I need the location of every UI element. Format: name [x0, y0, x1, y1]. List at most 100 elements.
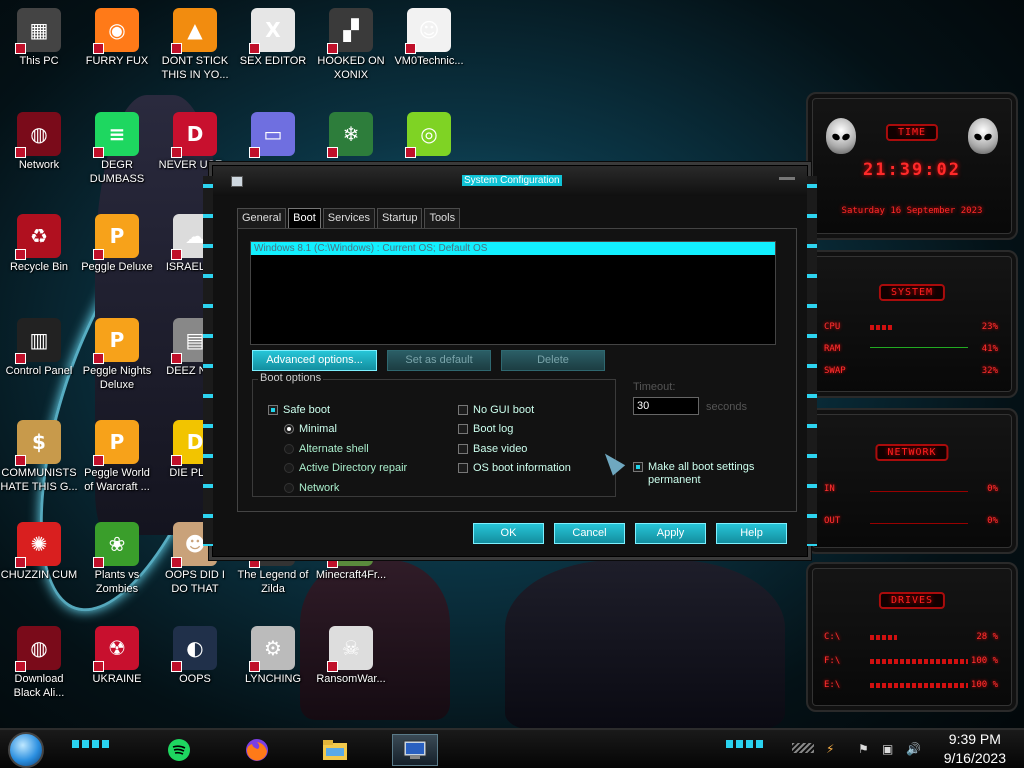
tab-tools[interactable]: Tools: [424, 208, 461, 228]
desktop-icon[interactable]: P Peggle Nights Deluxe: [78, 318, 156, 392]
tray-alert-icon[interactable]: ⚡: [826, 742, 834, 756]
desktop-icon[interactable]: ❄: [312, 112, 390, 158]
boot-log-label: Boot log: [473, 423, 514, 435]
tray-network-icon[interactable]: ▣: [882, 742, 893, 756]
shortcut-arrow-icon: [93, 455, 104, 466]
gadget-title: SYSTEM: [878, 284, 946, 301]
desktop-icon[interactable]: ▲ DONT STICK THIS IN YO...: [156, 8, 234, 82]
desktop-icon[interactable]: ◍ Download Black Ali...: [0, 626, 78, 700]
desktop-icon[interactable]: ❀ Plants vs Zombies: [78, 522, 156, 596]
desktop-icon[interactable]: ☢ UKRAINE: [78, 626, 156, 686]
shortcut-arrow-icon: [171, 557, 182, 568]
make-permanent-checkbox[interactable]: [633, 462, 643, 472]
tray-volume-icon[interactable]: 🔊: [906, 742, 921, 756]
desktop-icon[interactable]: ♻ Recycle Bin: [0, 214, 78, 274]
spotify-icon: ≡: [93, 112, 139, 158]
desktop-icon[interactable]: ≡ DEGR DUMBASS: [78, 112, 156, 186]
ad-repair-radio[interactable]: [284, 463, 294, 473]
desktop-icon[interactable]: ◉ FURRY FUX: [78, 8, 156, 68]
os-buttons: Advanced options... Set as default Delet…: [252, 350, 605, 371]
desktop-icon[interactable]: ☠ RansomWar...: [312, 626, 390, 686]
os-list-item[interactable]: Windows 8.1 (C:\Windows) : Current OS; D…: [251, 242, 775, 255]
drive-c-bar: [870, 634, 968, 640]
desktop-icon-label: Minecraft4Fr...: [315, 569, 387, 581]
timeout-input[interactable]: 30: [633, 397, 699, 415]
os-list[interactable]: Windows 8.1 (C:\Windows) : Current OS; D…: [250, 241, 776, 345]
boot-options-group: [252, 379, 616, 497]
desktop-icon[interactable]: P Peggle Deluxe: [78, 214, 156, 274]
set-as-default-button[interactable]: Set as default: [387, 350, 491, 371]
desktop-icon[interactable]: ▥ Control Panel: [0, 318, 78, 378]
shortcut-arrow-icon: [171, 455, 182, 466]
desktop-icon[interactable]: D NEVER USE...: [156, 112, 234, 172]
make-permanent-option[interactable]: Make all boot settings permanent: [633, 461, 763, 487]
network-radio[interactable]: [284, 483, 294, 493]
system-configuration-window[interactable]: System Configuration General Boot Servic…: [203, 165, 817, 557]
no-gui-boot-option[interactable]: No GUI boot: [458, 404, 534, 416]
taskbar-spotify-icon[interactable]: [160, 734, 198, 766]
os-boot-info-option[interactable]: OS boot information: [458, 462, 571, 474]
apply-button[interactable]: Apply: [635, 523, 706, 544]
taskbar: ⚡ ⚑ ▣ 🔊 9:39 PM 9/16/2023: [0, 728, 1024, 768]
desktop-icon[interactable]: ◍ Network: [0, 112, 78, 172]
desktop-icon[interactable]: ▦ This PC: [0, 8, 78, 68]
boot-log-checkbox[interactable]: [458, 424, 468, 434]
desktop-icon[interactable]: ◐ OOPS: [156, 626, 234, 686]
desktop-icon-label: Download Black Ali...: [13, 673, 65, 699]
desktop-icon[interactable]: ⚙ LYNCHING: [234, 626, 312, 686]
ok-button[interactable]: OK: [473, 523, 544, 544]
ram-label: RAM: [824, 344, 841, 354]
safe-boot-checkbox[interactable]: [268, 405, 278, 415]
gadget-title: NETWORK: [875, 444, 949, 461]
minimal-radio[interactable]: [284, 424, 294, 434]
taskbar-firefox-icon[interactable]: [238, 734, 276, 766]
safe-boot-option[interactable]: Safe boot: [268, 404, 330, 416]
advanced-options-button[interactable]: Advanced options...: [252, 350, 377, 371]
base-video-option[interactable]: Base video: [458, 443, 527, 455]
net-in-value: 0%: [987, 484, 998, 494]
network-option[interactable]: Network: [284, 482, 339, 494]
close-button[interactable]: [779, 170, 795, 180]
no-gui-boot-checkbox[interactable]: [458, 405, 468, 415]
delete-button[interactable]: Delete: [501, 350, 605, 371]
swap-row: SWAP 32%: [824, 366, 998, 376]
taskbar-time: 9:39 PM: [948, 731, 1001, 747]
alternate-shell-radio[interactable]: [284, 444, 294, 454]
os-boot-info-checkbox[interactable]: [458, 463, 468, 473]
desktop-icon[interactable]: P Peggle World of Warcraft ...: [78, 420, 156, 494]
taskbar-system-config-icon[interactable]: [392, 734, 438, 766]
alternate-shell-option[interactable]: Alternate shell: [284, 443, 369, 455]
taskbar-file-explorer-icon[interactable]: [316, 734, 354, 766]
drive-f-bar: [870, 658, 968, 664]
tab-boot[interactable]: Boot: [288, 208, 321, 228]
title-bar[interactable]: System Configuration: [213, 166, 807, 196]
tray-flag-icon[interactable]: ⚑: [858, 742, 869, 756]
tray-handle-icon[interactable]: [792, 743, 814, 753]
desktop-icon[interactable]: ◎: [390, 112, 468, 158]
desktop-icon[interactable]: ✺ CHUZZIN CUM: [0, 522, 78, 582]
boot-log-option[interactable]: Boot log: [458, 423, 513, 435]
shortcut-arrow-icon: [327, 43, 338, 54]
desktop-icon[interactable]: $ COMMUNISTS HATE THIS G...: [0, 420, 78, 494]
tab-services[interactable]: Services: [322, 208, 375, 228]
minimal-option[interactable]: Minimal: [284, 423, 337, 435]
taskbar-clock[interactable]: 9:39 PM 9/16/2023: [944, 730, 1006, 768]
net-out-value: 0%: [987, 516, 998, 526]
desktop-icon[interactable]: ☺ VM0Technic...: [390, 8, 468, 68]
tab-startup[interactable]: Startup: [376, 208, 423, 228]
desktop-icon[interactable]: ▞ HOOKED ON XONIX: [312, 8, 390, 82]
window-frame-right: [807, 176, 817, 546]
boot-tab-panel: Windows 8.1 (C:\Windows) : Current OS; D…: [237, 228, 797, 512]
drive-c-label: C:\: [824, 632, 841, 642]
ad-repair-option[interactable]: Active Directory repair: [284, 462, 407, 474]
help-button[interactable]: Help: [716, 523, 787, 544]
base-video-checkbox[interactable]: [458, 444, 468, 454]
timeout-label: Timeout:: [633, 381, 676, 393]
alien-logo-icon: [968, 118, 998, 154]
cancel-button[interactable]: Cancel: [554, 523, 625, 544]
desktop-icon[interactable]: ▭: [234, 112, 312, 158]
start-button[interactable]: [8, 732, 44, 768]
tab-general[interactable]: General: [237, 208, 287, 228]
desktop-icon-label: VM0Technic...: [394, 55, 464, 67]
desktop-icon[interactable]: X SEX EDITOR: [234, 8, 312, 68]
